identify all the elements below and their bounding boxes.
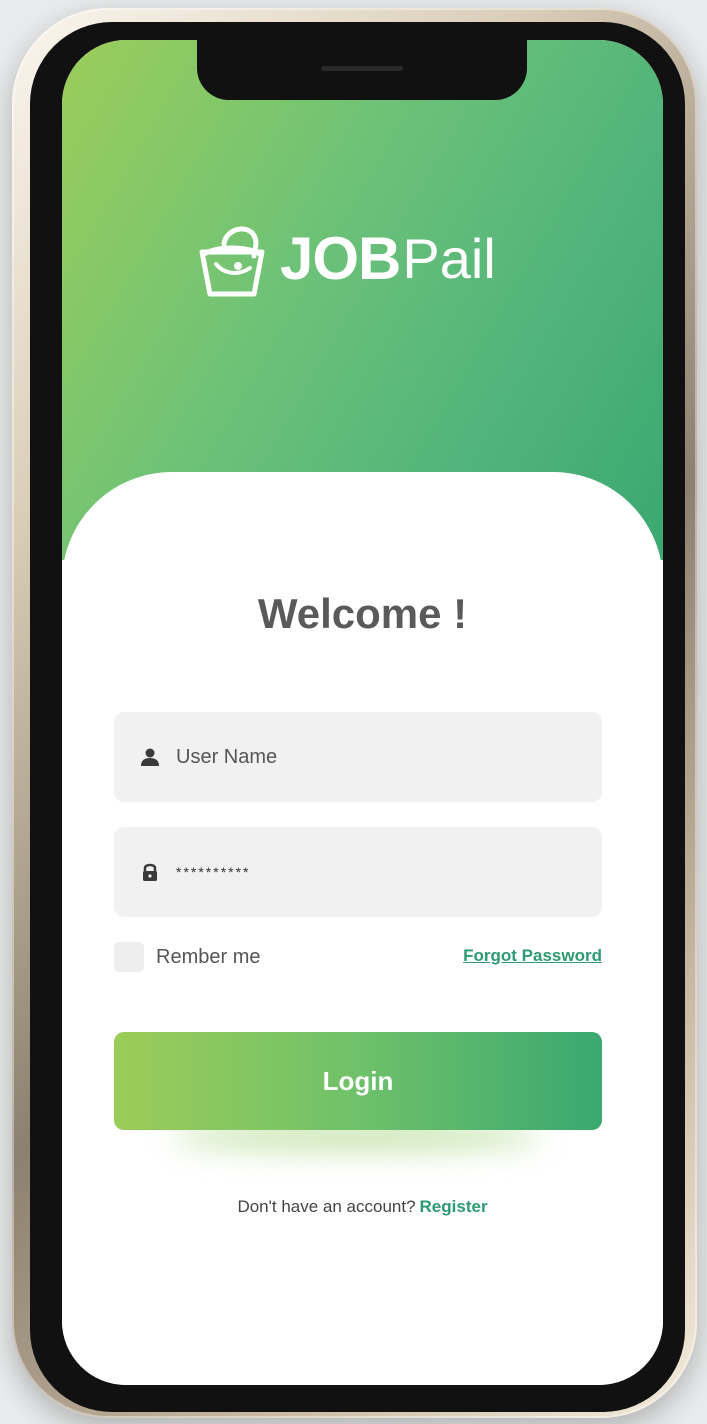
forgot-password-link[interactable]: Forgot Password — [402, 946, 602, 966]
register-prompt: Don't have an account? Register — [62, 1197, 663, 1217]
username-input[interactable] — [174, 744, 578, 770]
logo-text-bold: JOB — [280, 224, 401, 292]
lock-icon — [143, 863, 157, 881]
password-field[interactable] — [114, 827, 602, 917]
user-icon — [141, 748, 159, 766]
remember-checkbox[interactable] — [114, 942, 144, 972]
register-link[interactable]: Register — [420, 1197, 488, 1216]
register-prompt-text: Don't have an account? — [237, 1197, 416, 1216]
phone-notch — [197, 40, 527, 100]
logo-text-light: Pail — [402, 226, 496, 290]
username-field[interactable] — [114, 712, 602, 802]
bucket-icon — [199, 226, 265, 297]
login-button[interactable]: Login — [114, 1032, 602, 1130]
remember-label: Rember me — [156, 945, 261, 968]
speaker-grill — [321, 66, 403, 71]
welcome-heading: Welcome ! — [257, 590, 468, 637]
app-logo: JOB Pail — [190, 208, 496, 308]
screen: JOB Pail Welcome ! Rember me — [62, 40, 663, 1385]
remember-me[interactable]: Rember me — [114, 942, 260, 972]
login-card: Welcome ! Rember me Forgot Password Logi… — [62, 472, 663, 1385]
password-input[interactable] — [174, 863, 578, 881]
